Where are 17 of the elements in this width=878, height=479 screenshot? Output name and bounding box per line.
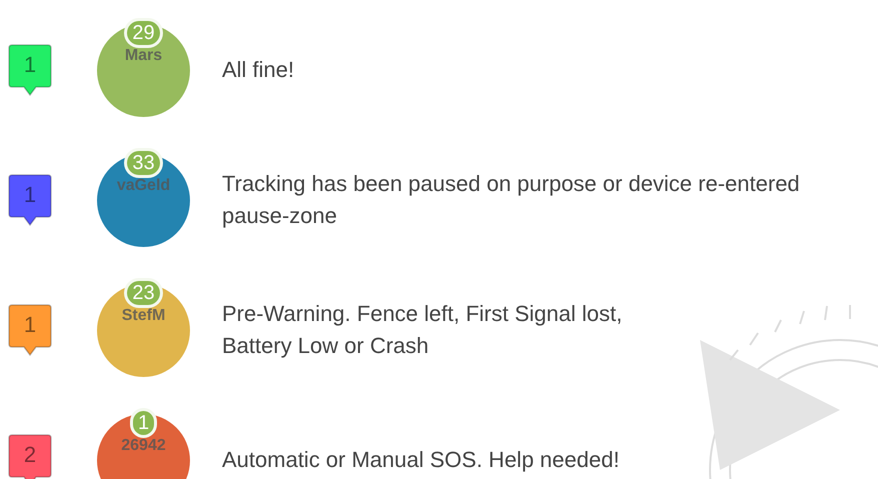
bubble-label: StefM (122, 306, 166, 326)
status-description: Pre-Warning. Fence left, First Signal lost, Battery Low or Crash (222, 300, 624, 360)
bubble-label: Mars (124, 46, 162, 66)
bubble-label: 26942 (121, 436, 166, 456)
count-badge: 33 (124, 148, 163, 178)
marker-count: 1 (22, 182, 38, 208)
marker-count: 1 (22, 52, 38, 78)
count-badge: 1 (130, 408, 158, 438)
status-description: Automatic or Manual SOS. Help needed! (222, 446, 620, 474)
cluster-bubble[interactable] (97, 414, 190, 479)
count-badge: 23 (124, 278, 163, 308)
count-badge: 29 (124, 18, 163, 48)
marker-count: 1 (22, 312, 38, 338)
marker-count: 2 (22, 442, 38, 468)
bubble-label: vaGeld (116, 176, 170, 196)
status-description: All fine! (222, 56, 296, 84)
status-description: Tracking has been paused on purpose or device re-entered pause-zone (222, 170, 801, 230)
